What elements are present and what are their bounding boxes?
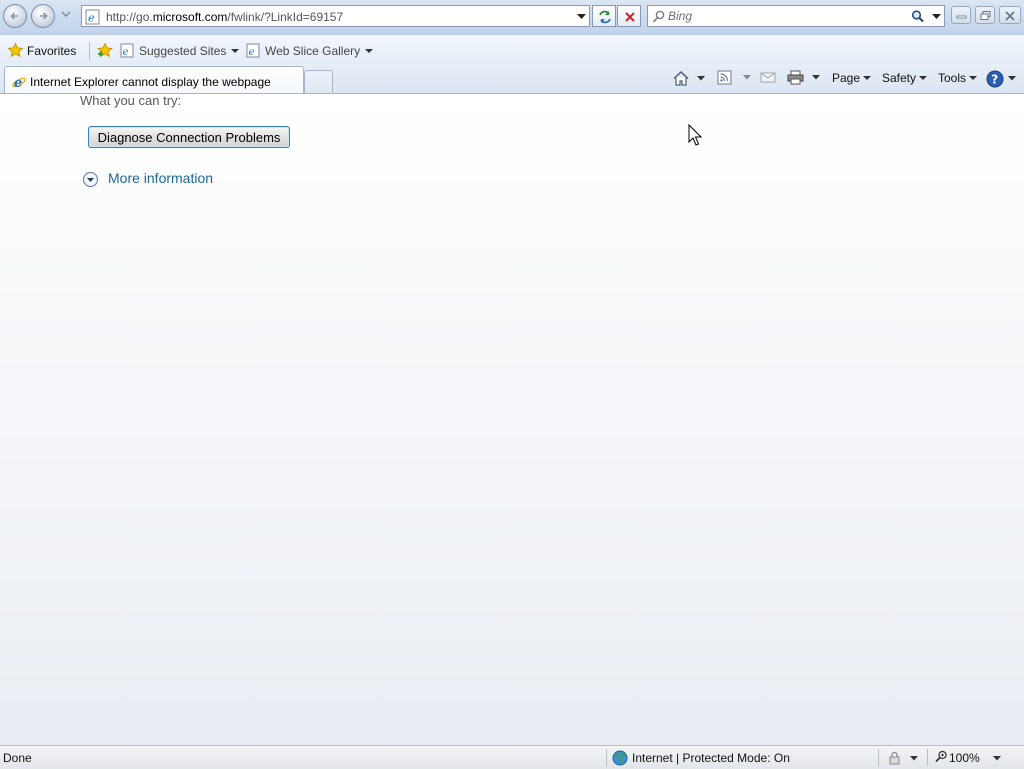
recent-pages-dropdown-icon[interactable] (61, 11, 71, 19)
tab-active[interactable]: e Internet Explorer cannot display the w… (4, 66, 304, 93)
favorites-bar: Favorites e Suggested Sites e Web Slice Ga… (0, 34, 1024, 65)
page-content: What you can try: Diagnose Connection Pr… (0, 93, 1024, 745)
zoom-control[interactable]: 100% (935, 750, 1001, 765)
minimize-icon (956, 15, 967, 19)
chevron-down-icon (863, 76, 872, 80)
chevron-down-icon (919, 76, 928, 80)
feeds-button[interactable] (717, 70, 752, 88)
svg-text:e: e (88, 12, 95, 25)
stop-x-icon (625, 12, 635, 22)
safety-menu-label: Safety (882, 71, 917, 85)
page-menu[interactable]: Page (832, 71, 872, 89)
tab-bar: e Internet Explorer cannot display the w… (0, 64, 1024, 94)
security-zone-text: Internet | Protected Mode: On (632, 751, 790, 765)
arrow-right-icon (40, 12, 48, 20)
status-divider (878, 749, 879, 766)
chevron-down-icon[interactable] (910, 756, 919, 762)
chevron-down-icon[interactable] (1008, 76, 1017, 82)
help-button[interactable]: ? (986, 70, 1017, 88)
chevron-down-icon[interactable] (697, 75, 706, 82)
mail-icon (760, 72, 776, 83)
mouse-cursor-icon (688, 124, 702, 146)
tools-menu[interactable]: Tools (938, 71, 978, 89)
restore-button[interactable] (975, 6, 995, 24)
chevron-down-icon (969, 76, 978, 80)
status-divider (606, 749, 607, 766)
chevron-down-icon[interactable] (812, 74, 821, 81)
chevron-down-icon[interactable] (743, 74, 752, 81)
status-text: Done (3, 751, 32, 765)
tab-title: Internet Explorer cannot display the web… (30, 75, 271, 89)
globe-icon (612, 750, 628, 766)
ie-page-icon: e (85, 9, 100, 25)
new-tab-button[interactable] (304, 70, 333, 93)
refresh-button[interactable] (592, 5, 616, 27)
suggested-sites-item[interactable]: e Suggested Sites (120, 43, 240, 58)
print-button[interactable] (787, 70, 821, 88)
favorites-button[interactable]: Favorites (7, 42, 77, 58)
chevron-down-icon (231, 49, 240, 53)
restore-icon (980, 11, 991, 20)
arrow-left-icon (10, 12, 18, 20)
address-dropdown-icon[interactable] (577, 14, 586, 20)
close-icon (1005, 11, 1015, 21)
what-you-can-try-heading: What you can try: (80, 93, 182, 108)
address-url[interactable]: http://go.microsoft.com/fwlink/?LinkId=6… (106, 10, 343, 24)
security-zone[interactable]: Internet | Protected Mode: On (612, 750, 790, 769)
toolbar-divider (89, 42, 90, 60)
status-bar: Done Internet | Protected Mode: On 100% (0, 745, 1024, 769)
svg-text:?: ? (991, 73, 998, 87)
home-icon (673, 70, 689, 86)
stop-button[interactable] (617, 5, 641, 27)
minimize-button[interactable] (951, 6, 971, 24)
help-icon: ? (986, 70, 1004, 88)
protected-mode-button[interactable] (888, 751, 919, 768)
page-menu-label: Page (832, 71, 861, 85)
search-dropdown-icon[interactable] (932, 14, 941, 20)
favorites-label: Favorites (27, 44, 77, 58)
navigation-bar: e http://go.microsoft.com/fwlink/?LinkId… (0, 0, 1024, 34)
chevron-down-icon (365, 49, 374, 53)
search-icon (652, 10, 665, 23)
printer-icon (787, 70, 804, 85)
web-slice-gallery-item[interactable]: e Web Slice Gallery (246, 43, 374, 58)
search-input[interactable] (668, 8, 898, 24)
zoom-magnifier-icon (935, 750, 947, 763)
web-slice-gallery-label: Web Slice Gallery (265, 44, 361, 58)
svg-text:e: e (249, 47, 255, 58)
status-divider (927, 749, 928, 766)
ie-logo-icon: e (12, 76, 26, 90)
ie-page-icon: e (246, 43, 260, 58)
ie-page-icon: e (120, 43, 134, 58)
search-go-icon[interactable] (910, 9, 926, 25)
close-window-button[interactable] (999, 6, 1021, 24)
svg-text:e: e (14, 76, 22, 90)
svg-text:e: e (123, 47, 129, 58)
diagnose-connection-problems-button[interactable]: Diagnose Connection Problems (88, 126, 290, 148)
suggested-sites-label: Suggested Sites (139, 44, 227, 58)
more-information-link[interactable]: More information (108, 170, 213, 186)
search-bar[interactable] (647, 5, 945, 27)
safety-menu[interactable]: Safety (882, 71, 928, 89)
address-bar[interactable]: e http://go.microsoft.com/fwlink/?LinkId… (81, 5, 590, 27)
home-button[interactable] (672, 70, 706, 88)
back-button[interactable] (3, 4, 27, 28)
read-mail-button[interactable] (760, 70, 776, 88)
rss-feed-icon (717, 70, 732, 85)
zoom-level: 100% (949, 751, 980, 765)
tools-menu-label: Tools (938, 71, 967, 85)
add-to-favorites-bar-icon[interactable] (97, 43, 114, 58)
forward-button[interactable] (31, 4, 55, 28)
lock-icon (889, 751, 900, 765)
star-icon (7, 42, 24, 58)
chevron-down-icon[interactable] (993, 756, 1002, 762)
refresh-icon (599, 10, 611, 24)
expand-circle-icon[interactable] (82, 171, 99, 188)
